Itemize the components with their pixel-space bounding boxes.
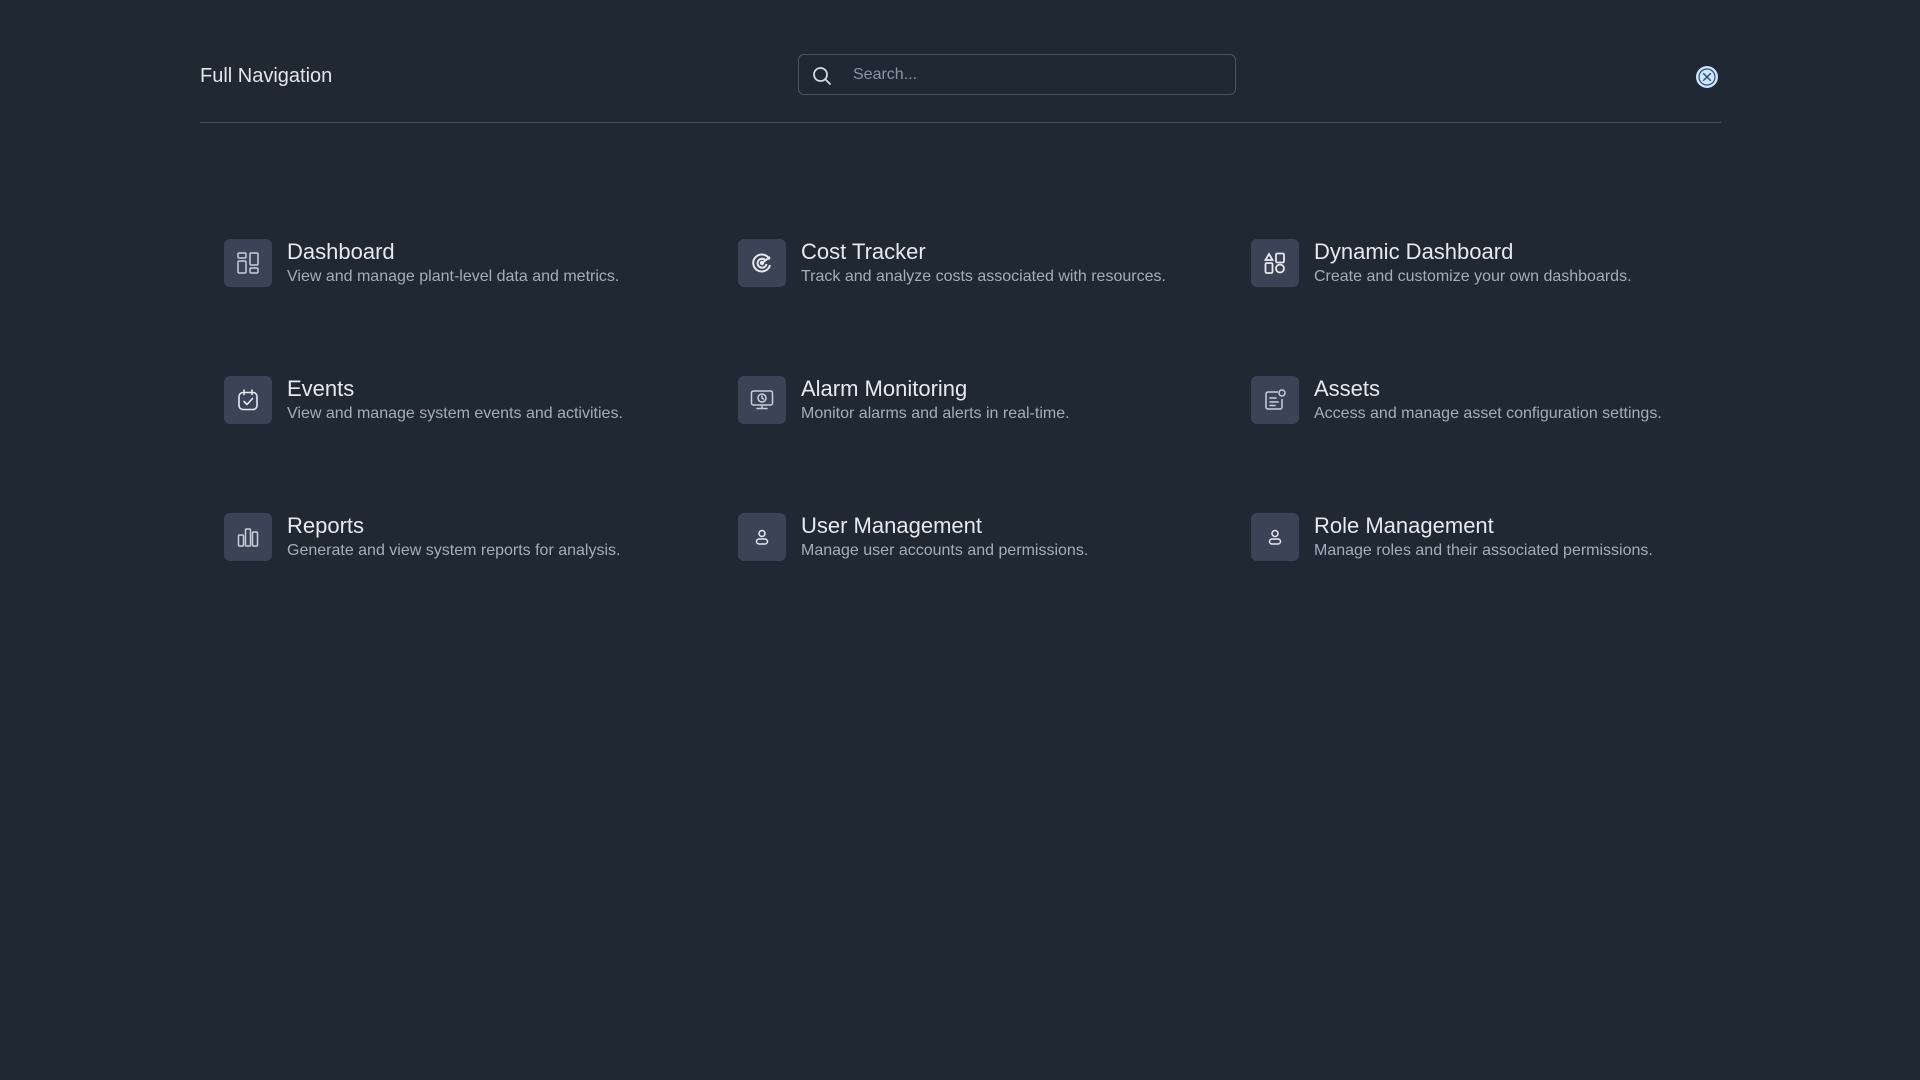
nav-item-alarm-monitoring[interactable]: Alarm Monitoring Monitor alarms and aler… bbox=[738, 375, 1218, 425]
nav-item-description: Generate and view system reports for ana… bbox=[287, 542, 621, 559]
nav-item-description: Access and manage asset configuration se… bbox=[1314, 405, 1662, 422]
dynamic-dashboard-icon bbox=[1263, 252, 1285, 274]
nav-item-title: Assets bbox=[1314, 376, 1381, 401]
nav-item-title: Role Management bbox=[1314, 513, 1494, 538]
nav-item-description: Create and customize your own dashboards… bbox=[1314, 268, 1632, 285]
nav-item-assets[interactable]: Assets Access and manage asset configura… bbox=[1251, 375, 1731, 425]
nav-item-description: Monitor alarms and alerts in real-time. bbox=[801, 405, 1070, 422]
nav-item-role-management[interactable]: Role Management Manage roles and their a… bbox=[1251, 512, 1731, 562]
nav-item-description: Manage user accounts and permissions. bbox=[801, 542, 1089, 559]
nav-item-events[interactable]: Events View and manage system events and… bbox=[224, 375, 704, 425]
monitor-alarm-icon bbox=[750, 390, 774, 410]
icon-tile bbox=[1251, 513, 1299, 561]
cost-tracker-icon bbox=[752, 253, 771, 273]
nav-item-title: Events bbox=[287, 376, 355, 401]
nav-item-description: Manage roles and their associated permis… bbox=[1314, 542, 1653, 559]
user-icon bbox=[755, 529, 769, 545]
nav-item-title: Cost Tracker bbox=[801, 239, 926, 264]
user-icon bbox=[1268, 529, 1282, 545]
nav-item-user-management[interactable]: User Management Manage user accounts and… bbox=[738, 512, 1218, 562]
header: Full Navigation bbox=[200, 54, 1720, 154]
icon-tile bbox=[738, 513, 786, 561]
nav-item-title: Dynamic Dashboard bbox=[1314, 239, 1514, 264]
icon-tile bbox=[1251, 376, 1299, 424]
header-divider bbox=[200, 122, 1721, 123]
search-icon bbox=[813, 67, 831, 85]
search-box[interactable] bbox=[798, 54, 1236, 95]
nav-item-dynamic-dashboard[interactable]: Dynamic Dashboard Create and customize y… bbox=[1251, 238, 1731, 288]
search-input[interactable] bbox=[853, 55, 1223, 94]
nav-item-title: User Management bbox=[801, 513, 982, 538]
nav-item-reports[interactable]: Reports Generate and view system reports… bbox=[224, 512, 704, 562]
asset-settings-icon bbox=[1265, 389, 1286, 410]
nav-item-cost-tracker[interactable]: Cost Tracker Track and analyze costs ass… bbox=[738, 238, 1218, 288]
icon-tile bbox=[738, 376, 786, 424]
close-icon bbox=[1698, 68, 1716, 86]
close-button[interactable] bbox=[1696, 66, 1718, 88]
nav-item-description: View and manage plant-level data and met… bbox=[287, 268, 620, 285]
dashboard-icon bbox=[237, 252, 259, 274]
page-title: Full Navigation bbox=[200, 65, 333, 87]
nav-item-title: Dashboard bbox=[287, 239, 395, 264]
icon-tile bbox=[224, 239, 272, 287]
icon-tile bbox=[224, 376, 272, 424]
nav-item-title: Alarm Monitoring bbox=[801, 376, 968, 401]
icon-tile bbox=[738, 239, 786, 287]
calendar-check-icon bbox=[238, 389, 258, 411]
nav-item-dashboard[interactable]: Dashboard View and manage plant-level da… bbox=[224, 238, 704, 288]
bar-chart-icon bbox=[237, 528, 259, 547]
nav-item-title: Reports bbox=[287, 513, 365, 538]
icon-tile bbox=[1251, 239, 1299, 287]
nav-item-description: View and manage system events and activi… bbox=[287, 405, 623, 422]
icon-tile bbox=[224, 513, 272, 561]
nav-item-description: Track and analyze costs associated with … bbox=[801, 268, 1166, 285]
